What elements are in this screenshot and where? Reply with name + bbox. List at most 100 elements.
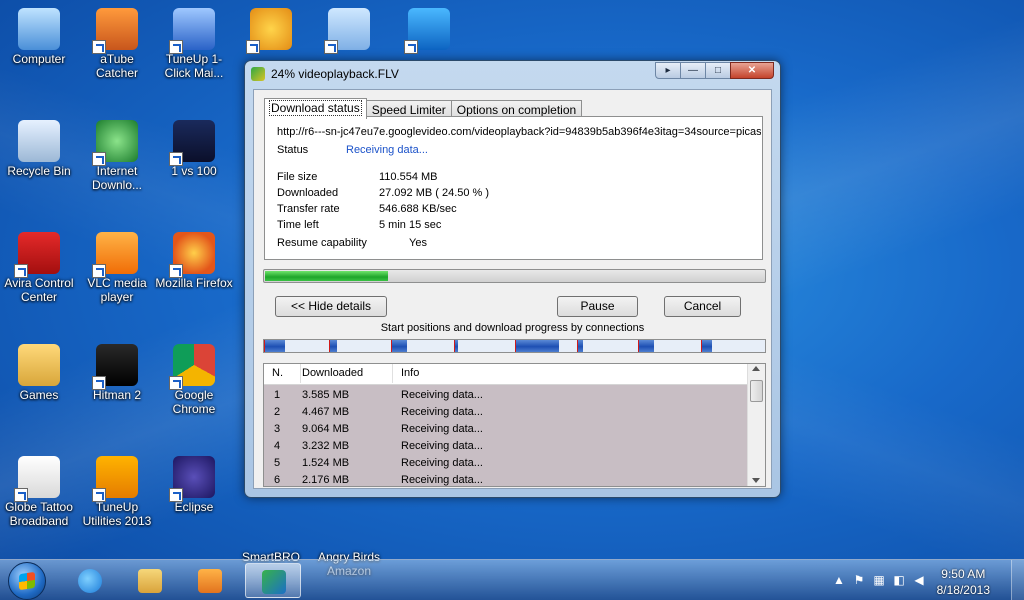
- download-progress-bar: [263, 269, 766, 283]
- shortcut-arrow-icon: [92, 488, 106, 502]
- detail-row: File size 110.554 MB: [277, 171, 438, 183]
- column-header-downloaded[interactable]: Downloaded: [302, 367, 363, 379]
- show-hidden-icons-icon[interactable]: ▲: [832, 574, 846, 587]
- desktop-icon[interactable]: Mozilla Firefox: [155, 232, 233, 290]
- desktop-icon[interactable]: [232, 8, 310, 54]
- desktop-icon-label: Eclipse: [174, 500, 214, 514]
- start-button[interactable]: [8, 562, 46, 600]
- taskbar-media-player[interactable]: [182, 563, 238, 598]
- one-vs-100-icon: [169, 120, 215, 166]
- scroll-thumb[interactable]: [750, 380, 763, 402]
- tab-download-status[interactable]: Download status: [264, 98, 367, 119]
- table-row[interactable]: 5 1.524 MB Receiving data...: [264, 455, 748, 472]
- shortcut-arrow-icon: [92, 152, 106, 166]
- connection-segment-progress: [701, 340, 712, 352]
- status-label: Status: [277, 144, 309, 156]
- shortcut-arrow-icon: [246, 40, 260, 54]
- network-icon[interactable]: ▦: [872, 574, 886, 587]
- desktop-icon[interactable]: 1 vs 100: [155, 120, 233, 178]
- detail-key: Time left: [277, 219, 319, 231]
- chrome-icon: [169, 344, 215, 390]
- idm-tray-icon[interactable]: ◧: [892, 574, 906, 587]
- cell-downloaded: 3.585 MB: [302, 389, 350, 401]
- table-row[interactable]: 1 3.585 MB Receiving data...: [264, 387, 748, 404]
- desktop-icon[interactable]: Computer: [0, 8, 78, 66]
- connection-segment: [264, 340, 286, 352]
- table-row[interactable]: 4 3.232 MB Receiving data...: [264, 438, 748, 455]
- status-value: Receiving data...: [346, 144, 428, 156]
- shortcut-arrow-icon: [169, 376, 183, 390]
- cell-downloaded: 9.064 MB: [302, 423, 350, 435]
- idm-icon: [262, 570, 286, 594]
- desktop-icon[interactable]: Recycle Bin: [0, 120, 78, 178]
- desktop-icon-label: 1 vs 100: [171, 164, 217, 178]
- desktop-icon[interactable]: [390, 8, 468, 54]
- desktop-icon[interactable]: VLC media player: [78, 232, 156, 304]
- desktop-icon[interactable]: Globe Tattoo Broadband: [0, 456, 78, 528]
- download-status-panel: http://r6---sn-jc47eu7e.googlevideo.com/…: [264, 116, 763, 260]
- tuneup-utilities-icon: [92, 456, 138, 502]
- desktop-icon[interactable]: Avira Control Center: [0, 232, 78, 304]
- desktop-icon[interactable]: Internet Downlo...: [78, 120, 156, 192]
- connection-segment: [391, 340, 408, 352]
- connections-list[interactable]: N. Downloaded Info 1 3.585 MB Receiving da…: [263, 363, 766, 487]
- detail-row: Time left 5 min 15 sec: [277, 219, 441, 231]
- desktop-icon[interactable]: SmartBRO: [232, 506, 310, 564]
- cell-downloaded: 3.232 MB: [302, 440, 350, 452]
- column-header-info[interactable]: Info: [401, 367, 419, 379]
- show-desktop-button[interactable]: [1011, 560, 1024, 600]
- system-tray: ▲ ⚑ ▦ ◧ ◀ 9:50 AM 8/18/2013: [814, 560, 1024, 600]
- cell-downloaded: 1.524 MB: [302, 457, 350, 469]
- desktop-icon-label: Avira Control Center: [4, 276, 74, 304]
- hide-details-button[interactable]: << Hide details: [275, 296, 387, 317]
- desktop-icon[interactable]: Games: [0, 344, 78, 402]
- desktop-icon[interactable]: aTube Catcher: [78, 8, 156, 80]
- idm-app-icon: [251, 67, 265, 81]
- desktop-icon-label: Mozilla Firefox: [155, 276, 233, 290]
- tray-button[interactable]: ▸: [655, 62, 681, 79]
- list-scrollbar[interactable]: [747, 364, 765, 486]
- maximize-button[interactable]: □: [705, 62, 731, 79]
- table-row[interactable]: 3 9.064 MB Receiving data...: [264, 421, 748, 438]
- column-header-number[interactable]: N.: [272, 367, 283, 379]
- desktop-icon[interactable]: TuneUp 1-Click Mai...: [155, 8, 233, 80]
- download-window[interactable]: 24% videoplayback.FLV ▸ — □ ✕ Download s…: [244, 60, 781, 498]
- close-button[interactable]: ✕: [730, 62, 774, 79]
- eclipse-icon: [169, 456, 215, 502]
- windows-logo-icon: [19, 571, 35, 591]
- vlc-icon: [92, 232, 138, 278]
- pause-button[interactable]: Pause: [557, 296, 638, 317]
- desktop-icon-label: TuneUp Utilities 2013: [82, 500, 152, 528]
- desktop-icon-label: Globe Tattoo Broadband: [5, 500, 73, 528]
- firefox-icon: [169, 232, 215, 278]
- connection-segment: [700, 340, 712, 352]
- connection-segment: [514, 340, 560, 352]
- desktop-icon[interactable]: TuneUp Utilities 2013: [78, 456, 156, 528]
- desktop-icon[interactable]: Hitman 2: [78, 344, 156, 402]
- window-title: 24% videoplayback.FLV: [271, 67, 399, 81]
- shortcut-arrow-icon: [324, 40, 338, 54]
- scroll-up-arrow-icon[interactable]: [752, 366, 760, 371]
- table-row[interactable]: 2 4.467 MB Receiving data...: [264, 404, 748, 421]
- cancel-button[interactable]: Cancel: [664, 296, 741, 317]
- taskbar-windows-explorer[interactable]: [122, 563, 178, 598]
- action-center-flag-icon[interactable]: ⚑: [852, 574, 866, 587]
- connections-title: Start positions and download progress by…: [380, 322, 645, 334]
- desktop-icon[interactable]: [310, 8, 388, 54]
- connection-segment-progress: [515, 340, 560, 352]
- desktop-icon-label: Hitman 2: [92, 388, 142, 402]
- desktop-icon[interactable]: Eclipse: [155, 456, 233, 514]
- scroll-down-arrow-icon[interactable]: [752, 478, 760, 483]
- minimize-button[interactable]: —: [680, 62, 706, 79]
- window-titlebar[interactable]: 24% videoplayback.FLV ▸ — □ ✕: [245, 61, 780, 87]
- volume-icon[interactable]: ◀: [912, 574, 926, 587]
- taskbar-internet-explorer[interactable]: [62, 563, 118, 598]
- detail-key: Transfer rate: [277, 203, 340, 215]
- clock-date: 8/18/2013: [936, 583, 990, 597]
- desktop-icon[interactable]: Google Chrome: [155, 344, 233, 416]
- table-row[interactable]: 6 2.176 MB Receiving data...: [264, 472, 748, 486]
- desktop-icon-label: VLC media player: [87, 276, 147, 304]
- games-folder-icon: [18, 344, 60, 386]
- clock[interactable]: 9:50 AM 8/18/2013: [937, 566, 990, 598]
- taskbar-internet-download-manager[interactable]: [245, 563, 301, 598]
